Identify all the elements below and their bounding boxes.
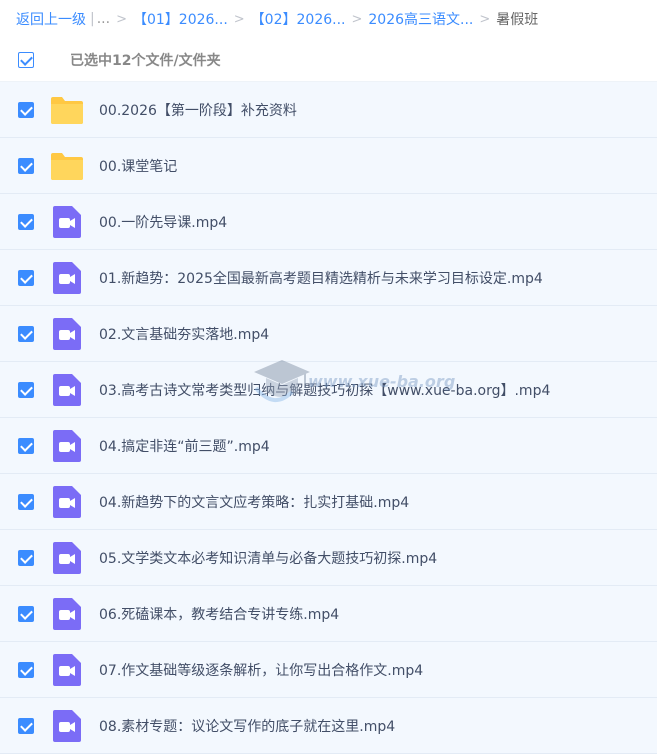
breadcrumb-item-3[interactable]: 2026高三语文... xyxy=(368,9,473,29)
breadcrumb-item-1[interactable]: 【01】2026... xyxy=(133,9,228,29)
file-row[interactable]: 00.2026【第一阶段】补充资料 xyxy=(0,82,657,138)
video-file-icon xyxy=(50,541,84,575)
file-row[interactable]: 05.文学类文本必考知识清单与必备大题技巧初探.mp4 xyxy=(0,530,657,586)
file-row[interactable]: 01.新趋势：2025全国最新高考题目精选精析与未来学习目标设定.mp4 xyxy=(0,250,657,306)
file-name[interactable]: 04.搞定非连“前三题”.mp4 xyxy=(99,436,270,456)
breadcrumb-item-2[interactable]: 【02】2026... xyxy=(251,9,346,29)
file-row[interactable]: 04.搞定非连“前三题”.mp4 xyxy=(0,418,657,474)
file-checkbox[interactable] xyxy=(18,605,34,622)
file-row[interactable]: 04.新趋势下的文言文应考策略：扎实打基础.mp4 xyxy=(0,474,657,530)
file-name[interactable]: 02.文言基础夯实落地.mp4 xyxy=(99,324,269,344)
file-checkbox[interactable] xyxy=(18,101,34,118)
select-all-checkbox[interactable] xyxy=(18,51,34,68)
file-name[interactable]: 08.素材专题：议论文写作的底子就在这里.mp4 xyxy=(99,716,395,736)
file-checkbox[interactable] xyxy=(18,325,34,342)
breadcrumb-current: 暑假班 xyxy=(496,12,539,28)
file-checkbox[interactable] xyxy=(18,717,34,734)
file-row[interactable]: 02.文言基础夯实落地.mp4 xyxy=(0,306,657,362)
back-link[interactable]: 返回上一级 xyxy=(16,9,86,29)
file-checkbox[interactable] xyxy=(18,157,34,174)
file-list: 00.2026【第一阶段】补充资料 00.课堂笔记 00.一阶先导课.mp4 01.新… xyxy=(0,82,657,754)
file-row[interactable]: 03.高考古诗文常考类型归纳与解题技巧初探【www.xue-ba.org】.mp… xyxy=(0,362,657,418)
breadcrumb-divider: | xyxy=(90,11,95,27)
video-file-icon xyxy=(50,597,84,631)
file-checkbox[interactable] xyxy=(18,661,34,678)
chevron-right-icon: > xyxy=(479,11,491,27)
chevron-right-icon: > xyxy=(351,11,363,27)
video-file-icon xyxy=(50,373,84,407)
selection-count: 已选中12个文件/文件夹 xyxy=(70,52,221,69)
file-name[interactable]: 06.死磕课本，教考结合专讲专练.mp4 xyxy=(99,604,339,624)
file-row[interactable]: 06.死磕课本，教考结合专讲专练.mp4 xyxy=(0,586,657,642)
video-file-icon xyxy=(50,485,84,519)
breadcrumb-ellipsis[interactable]: ... xyxy=(97,11,110,27)
breadcrumb: 返回上一级 | ... > 【01】2026... > 【02】2026... … xyxy=(0,0,657,38)
file-checkbox[interactable] xyxy=(18,437,34,454)
file-checkbox[interactable] xyxy=(18,549,34,566)
file-name[interactable]: 00.一阶先导课.mp4 xyxy=(99,212,227,232)
folder-icon xyxy=(50,149,84,183)
file-name[interactable]: 05.文学类文本必考知识清单与必备大题技巧初探.mp4 xyxy=(99,548,437,568)
file-checkbox[interactable] xyxy=(18,269,34,286)
file-name[interactable]: 01.新趋势：2025全国最新高考题目精选精析与未来学习目标设定.mp4 xyxy=(99,268,543,288)
file-name[interactable]: 00.2026【第一阶段】补充资料 xyxy=(99,100,297,120)
video-file-icon xyxy=(50,709,84,743)
file-row[interactable]: 00.课堂笔记 xyxy=(0,138,657,194)
file-name[interactable]: 07.作文基础等级逐条解析，让你写出合格作文.mp4 xyxy=(99,660,423,680)
file-name[interactable]: 04.新趋势下的文言文应考策略：扎实打基础.mp4 xyxy=(99,492,409,512)
file-row[interactable]: 08.素材专题：议论文写作的底子就在这里.mp4 xyxy=(0,698,657,754)
video-file-icon xyxy=(50,317,84,351)
selection-bar: 已选中12个文件/文件夹 xyxy=(0,38,657,82)
file-checkbox[interactable] xyxy=(18,213,34,230)
video-file-icon xyxy=(50,653,84,687)
chevron-right-icon: > xyxy=(233,11,245,27)
file-checkbox[interactable] xyxy=(18,381,34,398)
chevron-right-icon: > xyxy=(116,11,127,27)
file-checkbox[interactable] xyxy=(18,493,34,510)
folder-icon xyxy=(50,93,84,127)
video-file-icon xyxy=(50,429,84,463)
file-row[interactable]: 07.作文基础等级逐条解析，让你写出合格作文.mp4 xyxy=(0,642,657,698)
file-row[interactable]: 00.一阶先导课.mp4 xyxy=(0,194,657,250)
video-file-icon xyxy=(50,261,84,295)
file-name[interactable]: 00.课堂笔记 xyxy=(99,156,177,176)
video-file-icon xyxy=(50,205,84,239)
file-name[interactable]: 03.高考古诗文常考类型归纳与解题技巧初探【www.xue-ba.org】.mp… xyxy=(99,380,550,400)
